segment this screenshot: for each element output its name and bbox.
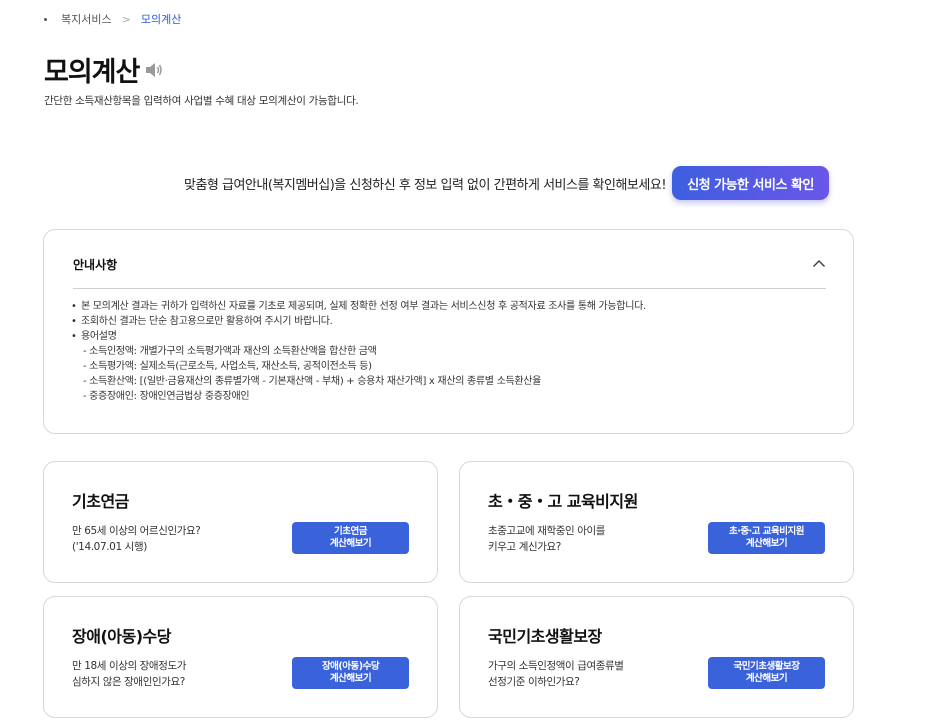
disability-allowance-calc-button[interactable]: 장애(아동)수당 계산해보기 [292,657,409,689]
basic-livelihood-calc-button[interactable]: 국민기초생활보장 계산해보기 [708,657,825,689]
breadcrumb-parent[interactable]: 복지서비스 [61,11,112,27]
card-title: 장애(아동)수당 [72,627,171,646]
chevron-right-icon: > [121,12,131,26]
basic-pension-calc-button[interactable]: 기초연금 계산해보기 [292,522,409,554]
notice-item: • 조회하신 결과는 단순 참고용으로만 활용하여 주시기 바랍니다. [71,316,333,327]
notice-list: • 본 모의계산 결과는 귀하가 입력하신 자료를 기초로 제공되며, 실제 정확… [71,299,646,404]
card-title: 국민기초생활보장 [488,627,602,646]
divider [73,288,826,289]
card-description: 초중고교에 재학중인 아이를 키우고 계신가요? [488,525,605,553]
card-basic-pension: 기초연금 만 65세 이상의 어르신인가요? ('14.07.01 시행) 기초연… [43,461,438,583]
card-disability-allowance: 장애(아동)수당 만 18세 이상의 장애정도가 심하지 않은 장애인인가요? 장… [43,596,438,718]
card-title: 기초연금 [72,492,129,511]
notice-item: • 용어설명 [71,331,117,342]
notice-sub-item: - 소득인정액: 개별가구의 소득평가액과 재산의 소득환산액을 합산한 금액 [83,346,377,357]
breadcrumb: 복지서비스 > 모의계산 [44,11,181,27]
notice-panel: 안내사항 • 본 모의계산 결과는 귀하가 입력하신 자료를 기초로 제공되며, … [43,229,854,434]
promo-text: 맞춤형 급여안내(복지멤버십)을 신청하신 후 정보 입력 없이 간편하게 서비… [184,177,667,193]
speaker-icon[interactable] [145,60,165,80]
chevron-up-icon[interactable] [811,256,827,270]
card-description: 만 65세 이상의 어르신인가요? ('14.07.01 시행) [72,525,201,553]
breadcrumb-current: 모의계산 [140,13,182,26]
card-description: 가구의 소득인정액이 급여종류별 선정기준 이하인가요? [488,660,624,688]
check-available-services-button[interactable]: 신청 가능한 서비스 확인 [672,166,830,200]
page-title: 모의계산 [44,57,140,88]
notice-sub-item: - 중증장애인: 장애인연금법상 중증장애인 [83,391,250,402]
page-header: 모의계산 [44,50,165,89]
page-description: 간단한 소득재산항목을 입력하여 사업별 수혜 대상 모의계산이 가능합니다. [44,95,359,107]
notice-sub-item: - 소득환산액: [(일반·금융재산의 종류별가액 - 기본재산액 - 부채) … [83,376,542,387]
card-title: 초・중・고 교육비지원 [488,492,638,511]
notice-sub-item: - 소득평가액: 실제소득(근로소득, 사업소득, 재산소득, 공적이전소득 등… [83,361,372,372]
card-description: 만 18세 이상의 장애정도가 심하지 않은 장애인인가요? [72,660,186,688]
education-support-calc-button[interactable]: 초·중·고 교육비지원 계산해보기 [708,522,825,554]
notice-item: • 본 모의계산 결과는 귀하가 입력하신 자료를 기초로 제공되며, 실제 정확… [71,301,646,312]
home-dot-icon[interactable] [44,17,47,21]
promo-banner: 맞춤형 급여안내(복지멤버십)을 신청하신 후 정보 입력 없이 간편하게 서비… [184,166,830,200]
card-education-support: 초・중・고 교육비지원 초중고교에 재학중인 아이를 키우고 계신가요? 초·중·… [459,461,854,583]
card-basic-livelihood: 국민기초생활보장 가구의 소득인정액이 급여종류별 선정기준 이하인가요? 국민기… [459,596,854,718]
notice-title: 안내사항 [73,258,118,272]
